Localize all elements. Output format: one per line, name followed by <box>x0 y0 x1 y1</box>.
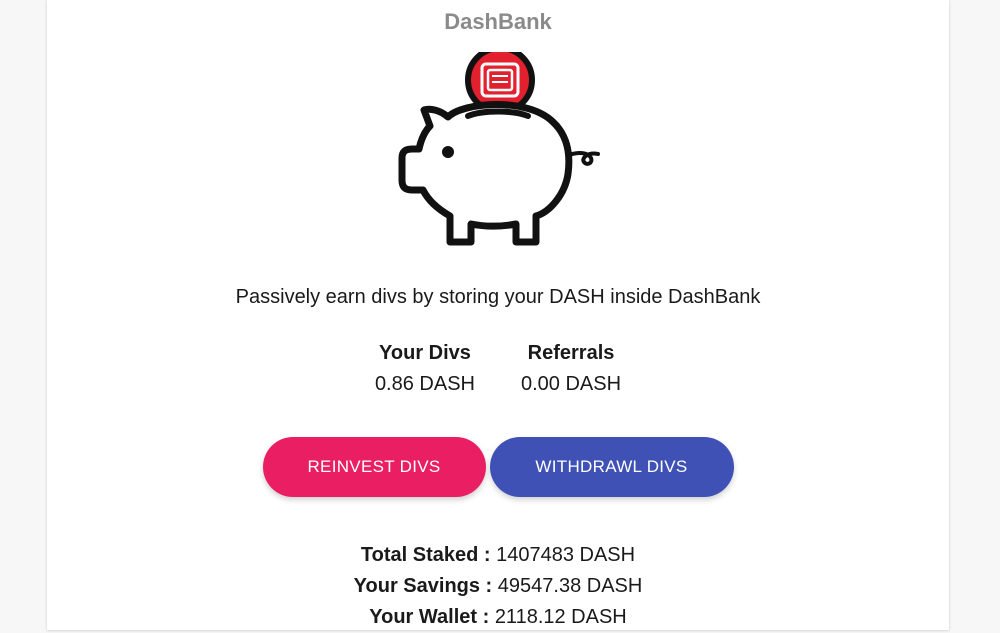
your-wallet-label: Your Wallet : <box>369 606 490 628</box>
your-divs-stat: Your Divs 0.86 DASH <box>375 341 475 396</box>
piggy-bank-illustration <box>47 52 949 257</box>
total-staked-value: 1407483 DASH <box>496 544 636 566</box>
referrals-label: Referrals <box>527 342 615 364</box>
your-divs-label: Your Divs <box>379 342 471 364</box>
piggy-bank-icon <box>398 52 600 246</box>
withdraw-divs-button[interactable]: WITHDRAWL DIVS <box>489 437 734 497</box>
your-savings-value: 49547.38 DASH <box>497 575 643 597</box>
referrals-value: 0.00 DASH <box>521 373 622 395</box>
account-totals: Total Staked : 1407483 DASH Your Savings… <box>47 540 949 633</box>
your-savings-label: Your Savings : <box>353 575 493 597</box>
referrals-stat: Referrals 0.00 DASH <box>521 341 621 396</box>
total-staked-label: Total Staked : <box>360 544 491 566</box>
reinvest-divs-button[interactable]: REINVEST DIVS <box>262 437 486 497</box>
your-wallet-value: 2118.12 DASH <box>494 606 627 628</box>
tagline: Passively earn divs by storing your DASH… <box>235 286 761 308</box>
app-title: DashBank <box>444 9 552 34</box>
divs-stats: Your Divs 0.86 DASH Referrals 0.00 DASH <box>47 341 949 396</box>
action-buttons: REINVEST DIVS WITHDRAWL DIVS <box>47 437 949 497</box>
main-card: DashBank Passively earn divs by storing … <box>47 0 949 630</box>
your-savings-row: Your Savings : 49547.38 DASH <box>47 571 949 602</box>
your-divs-value: 0.86 DASH <box>374 373 475 395</box>
your-wallet-row: Your Wallet : 2118.12 DASH <box>47 602 949 633</box>
total-staked-row: Total Staked : 1407483 DASH <box>47 540 949 571</box>
